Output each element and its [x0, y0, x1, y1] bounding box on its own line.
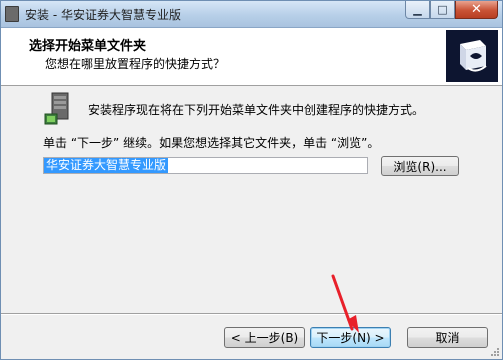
start-menu-folder-icon — [43, 92, 73, 126]
instruction-text: 单击 “下一步” 继续。如果您想选择其它文件夹，单击 “浏览”。 — [43, 136, 380, 150]
description-text: 安装程序现在将在下列开始菜单文件夹中创建程序的快捷方式。 — [88, 103, 425, 117]
maximize-button[interactable]: □ — [430, 1, 455, 19]
maximize-icon: □ — [437, 3, 448, 16]
start-menu-folder-input[interactable]: 华安证券大智慧专业版 — [43, 157, 368, 174]
window-controls: ▁ □ ✕ — [405, 1, 498, 20]
minimize-icon: ▁ — [413, 3, 422, 16]
browse-button[interactable]: 浏览(R)... — [381, 156, 459, 176]
footer-divider — [1, 313, 502, 315]
installer-logo-icon — [446, 30, 498, 82]
wizard-content: 安装程序现在将在下列开始菜单文件夹中创建程序的快捷方式。 单击 “下一步” 继续… — [1, 86, 502, 311]
back-button[interactable]: < 上一步(B) — [224, 327, 305, 348]
folder-input-value: 华安证券大智慧专业版 — [44, 158, 169, 173]
app-icon — [5, 6, 19, 22]
window-title: 安装 - 华安证券大智慧专业版 — [25, 8, 181, 22]
cancel-button[interactable]: 取消 — [407, 327, 488, 348]
close-icon: ✕ — [471, 2, 482, 17]
next-button[interactable]: 下一步(N) > — [310, 327, 391, 348]
page-title: 选择开始菜单文件夹 — [29, 39, 147, 54]
minimize-button[interactable]: ▁ — [405, 1, 430, 19]
page-subtitle: 您想在哪里放置程序的快捷方式？ — [45, 57, 226, 71]
title-bar[interactable]: 安装 - 华安证券大智慧专业版 ▁ □ ✕ — [1, 1, 502, 28]
resize-grip-icon[interactable] — [490, 347, 500, 357]
close-button[interactable]: ✕ — [455, 1, 498, 19]
setup-wizard-window: 安装 - 华安证券大智慧专业版 ▁ □ ✕ 选择开始菜单文件夹 您想在哪里放置程… — [0, 0, 503, 360]
wizard-header: 选择开始菜单文件夹 您想在哪里放置程序的快捷方式？ — [1, 28, 502, 86]
